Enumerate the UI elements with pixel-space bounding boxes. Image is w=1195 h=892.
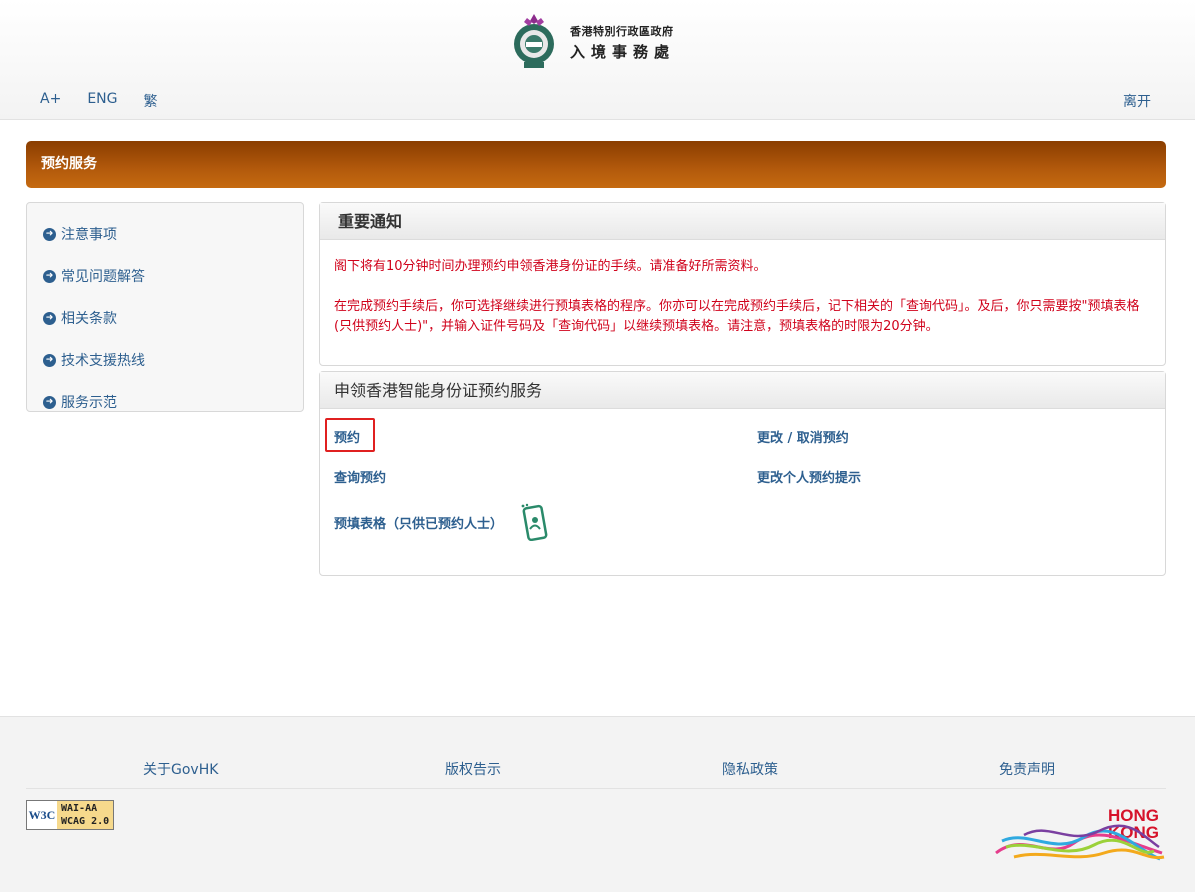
wai-level: WAI-AA: [61, 803, 98, 814]
service-title: 申领香港智能身份证预约服务: [320, 372, 1165, 409]
exit-link[interactable]: 离开: [1123, 91, 1151, 111]
sidebar-item-notes[interactable]: ➜ 注意事项: [27, 213, 303, 255]
book-appointment-link[interactable]: 预约: [334, 427, 360, 446]
sidebar-item-label: 注意事项: [61, 227, 117, 243]
arrow-circle-icon: ➜: [43, 269, 56, 283]
notice-title: 重要通知: [320, 203, 1165, 240]
wcag-version: WCAG 2.0: [61, 816, 110, 827]
footer-link-disclaimer[interactable]: 免责声明: [999, 759, 1055, 779]
page-banner: 预约服务: [26, 141, 1166, 188]
sidebar-item-label: 常见问题解答: [61, 269, 145, 285]
sidebar-item-terms[interactable]: ➜ 相关条款: [27, 297, 303, 339]
footer-link-copyright[interactable]: 版权告示: [445, 759, 501, 779]
logo-line-2: 入境事務處: [570, 42, 676, 61]
brand-hong-kong-logo[interactable]: HONG KONG: [994, 801, 1166, 863]
change-reminder-link[interactable]: 更改个人预约提示: [757, 467, 861, 486]
sidebar-item-label: 相关条款: [61, 311, 117, 327]
arrow-circle-icon: ➜: [43, 311, 56, 325]
prefill-form-link[interactable]: 预填表格（只供已预约人士）: [334, 513, 503, 532]
language-english-link[interactable]: ENG: [87, 91, 117, 111]
mobile-phone-icon: [521, 503, 548, 541]
notice-paragraph-2: 在完成预约手续后，你可选择继续进行预填表格的程序。你亦可以在完成预约手续后，记下…: [334, 299, 1140, 334]
footer-links: 关于GovHK 版权告示 隐私政策 免责声明: [26, 759, 1166, 789]
site-header: 香港特別行政區政府 入境事務處 A+ ENG 繁 离开: [0, 0, 1195, 120]
arrow-circle-icon: ➜: [43, 227, 56, 241]
sidebar-item-label: 技术支援热线: [61, 353, 145, 369]
booking-service-panel: 申领香港智能身份证预约服务 预约 更改 / 取消预约 查询预约 更改个人预约提示…: [319, 371, 1166, 576]
site-footer: 关于GovHK 版权告示 隐私政策 免责声明 W3C WAI-AA WCAG 2…: [0, 716, 1195, 892]
arrow-circle-icon: ➜: [43, 395, 56, 409]
sidebar-item-label: 服务示范: [61, 395, 117, 411]
font-size-button[interactable]: A+: [40, 91, 61, 111]
change-cancel-appointment-link[interactable]: 更改 / 取消预约: [757, 427, 849, 446]
immigration-emblem-icon: [514, 14, 554, 68]
language-traditional-link[interactable]: 繁: [143, 91, 157, 111]
wcag-badge[interactable]: W3C WAI-AA WCAG 2.0: [26, 800, 114, 830]
w3c-label: W3C: [27, 801, 57, 829]
enquire-appointment-link[interactable]: 查询预约: [334, 467, 386, 486]
footer-link-privacy[interactable]: 隐私政策: [722, 759, 778, 779]
footer-link-about-govhk[interactable]: 关于GovHK: [143, 759, 218, 779]
important-notice-panel: 重要通知 阁下将有10分钟时间办理预约申领香港身份证的手续。请准备好所需资料。 …: [319, 202, 1166, 366]
arrow-circle-icon: ➜: [43, 353, 56, 367]
sidebar: ➜ 注意事项 ➜ 常见问题解答 ➜ 相关条款 ➜ 技术支援热线 ➜ 服务示范: [26, 202, 304, 412]
sidebar-item-demo[interactable]: ➜ 服务示范: [27, 381, 303, 423]
department-logo[interactable]: 香港特別行政區政府 入境事務處: [510, 12, 675, 72]
logo-line-1: 香港特別行政區政府: [570, 24, 674, 38]
notice-paragraph-1: 阁下将有10分钟时间办理预约申领香港身份证的手续。请准备好所需资料。: [334, 259, 767, 274]
sidebar-item-hotline[interactable]: ➜ 技术支援热线: [27, 339, 303, 381]
sidebar-item-faq[interactable]: ➜ 常见问题解答: [27, 255, 303, 297]
